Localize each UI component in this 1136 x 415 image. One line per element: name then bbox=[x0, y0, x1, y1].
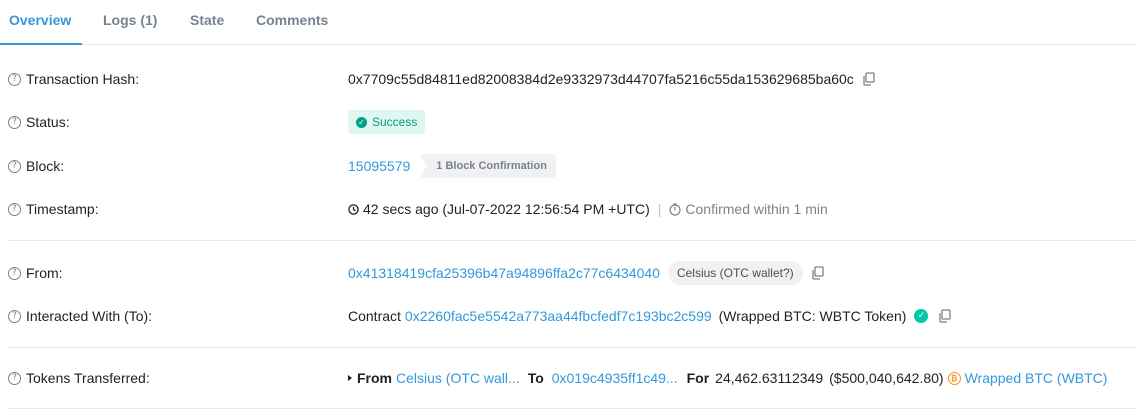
help-icon[interactable]: ? bbox=[8, 159, 21, 173]
tab-bar: Overview Logs (1) State Comments bbox=[0, 0, 1136, 45]
section-divider bbox=[8, 347, 1136, 348]
help-icon[interactable]: ? bbox=[8, 115, 21, 129]
row-tokens-transferred: ? Tokens Transferred: From Celsius (OTC … bbox=[0, 358, 1136, 398]
status-label: Status: bbox=[26, 114, 70, 130]
clock-icon bbox=[348, 203, 359, 215]
active-tab-indicator bbox=[0, 43, 82, 45]
token-to-label: To bbox=[527, 370, 544, 386]
from-name-tag: Celsius (OTC wallet?) bbox=[667, 261, 803, 285]
btc-icon: ₿ bbox=[947, 371, 961, 385]
help-icon[interactable]: ? bbox=[8, 202, 21, 216]
transaction-hash-label: Transaction Hash: bbox=[26, 71, 140, 87]
help-icon[interactable]: ? bbox=[8, 266, 21, 280]
row-interacted-with: ? Interacted With (To): Contract 0x2260f… bbox=[0, 296, 1136, 336]
contract-prefix: Contract bbox=[348, 308, 401, 324]
row-from: ? From: 0x41318419cfa25396b47a94896ffa2c… bbox=[0, 253, 1136, 293]
from-label: From: bbox=[26, 265, 63, 281]
token-from-label: From bbox=[357, 370, 392, 386]
tokens-transferred-label: Tokens Transferred: bbox=[26, 370, 150, 386]
token-from-link[interactable]: Celsius (OTC wall... bbox=[396, 370, 520, 386]
section-divider bbox=[8, 408, 1136, 409]
timestamp-separator: | bbox=[657, 201, 662, 217]
status-badge: ✓ Success bbox=[348, 110, 426, 134]
timestamp-value: 42 secs ago (Jul-07-2022 12:56:54 PM +UT… bbox=[363, 201, 650, 217]
section-divider bbox=[8, 240, 1136, 241]
copy-icon[interactable] bbox=[862, 72, 876, 86]
block-confirmation-badge: 1 Block Confirmation bbox=[419, 154, 556, 178]
status-value: Success bbox=[372, 115, 418, 129]
tab-logs[interactable]: Logs (1) bbox=[103, 12, 157, 28]
help-icon[interactable]: ? bbox=[8, 72, 21, 86]
copy-icon[interactable] bbox=[811, 266, 825, 280]
token-amount: 24,462.63112349 bbox=[715, 370, 824, 386]
token-for-label: For bbox=[686, 370, 710, 386]
tab-state[interactable]: State bbox=[190, 12, 224, 28]
help-icon[interactable]: ? bbox=[8, 309, 21, 323]
row-timestamp: ? Timestamp: 42 secs ago (Jul-07-2022 12… bbox=[0, 189, 1136, 229]
help-icon[interactable]: ? bbox=[8, 371, 21, 385]
row-block: ? Block: 15095579 1 Block Confirmation bbox=[0, 146, 1136, 186]
from-address-link[interactable]: 0x41318419cfa25396b47a94896ffa2c77c64340… bbox=[348, 265, 660, 281]
contract-address-link[interactable]: 0x2260fac5e5542a773aa44fbcfedf7c193bc2c5… bbox=[405, 308, 712, 324]
token-to-link[interactable]: 0x019c4935ff1c49... bbox=[552, 370, 678, 386]
row-transaction-hash: ? Transaction Hash: 0x7709c55d84811ed820… bbox=[0, 59, 1136, 99]
stopwatch-icon bbox=[669, 202, 682, 216]
block-number-link[interactable]: 15095579 bbox=[348, 158, 410, 174]
tab-comments[interactable]: Comments bbox=[256, 12, 328, 28]
verified-check-icon: ✓ bbox=[914, 309, 929, 323]
tab-overview[interactable]: Overview bbox=[9, 12, 71, 28]
contract-name: (Wrapped BTC: WBTC Token) bbox=[718, 308, 907, 324]
timestamp-label: Timestamp: bbox=[26, 201, 99, 217]
token-name-link[interactable]: Wrapped BTC (WBTC) bbox=[965, 370, 1108, 386]
interacted-with-label: Interacted With (To): bbox=[26, 308, 153, 324]
transaction-hash-value: 0x7709c55d84811ed82008384d2e9332973d4470… bbox=[348, 71, 854, 87]
copy-icon[interactable] bbox=[938, 309, 952, 323]
row-status: ? Status: ✓ Success bbox=[0, 102, 1136, 142]
caret-right-icon bbox=[348, 375, 352, 381]
block-label: Block: bbox=[26, 158, 65, 174]
token-usd-value: ($500,040,642.80) bbox=[829, 370, 944, 386]
confirmed-within-text: Confirmed within 1 min bbox=[685, 201, 828, 217]
check-circle-icon: ✓ bbox=[356, 116, 367, 128]
